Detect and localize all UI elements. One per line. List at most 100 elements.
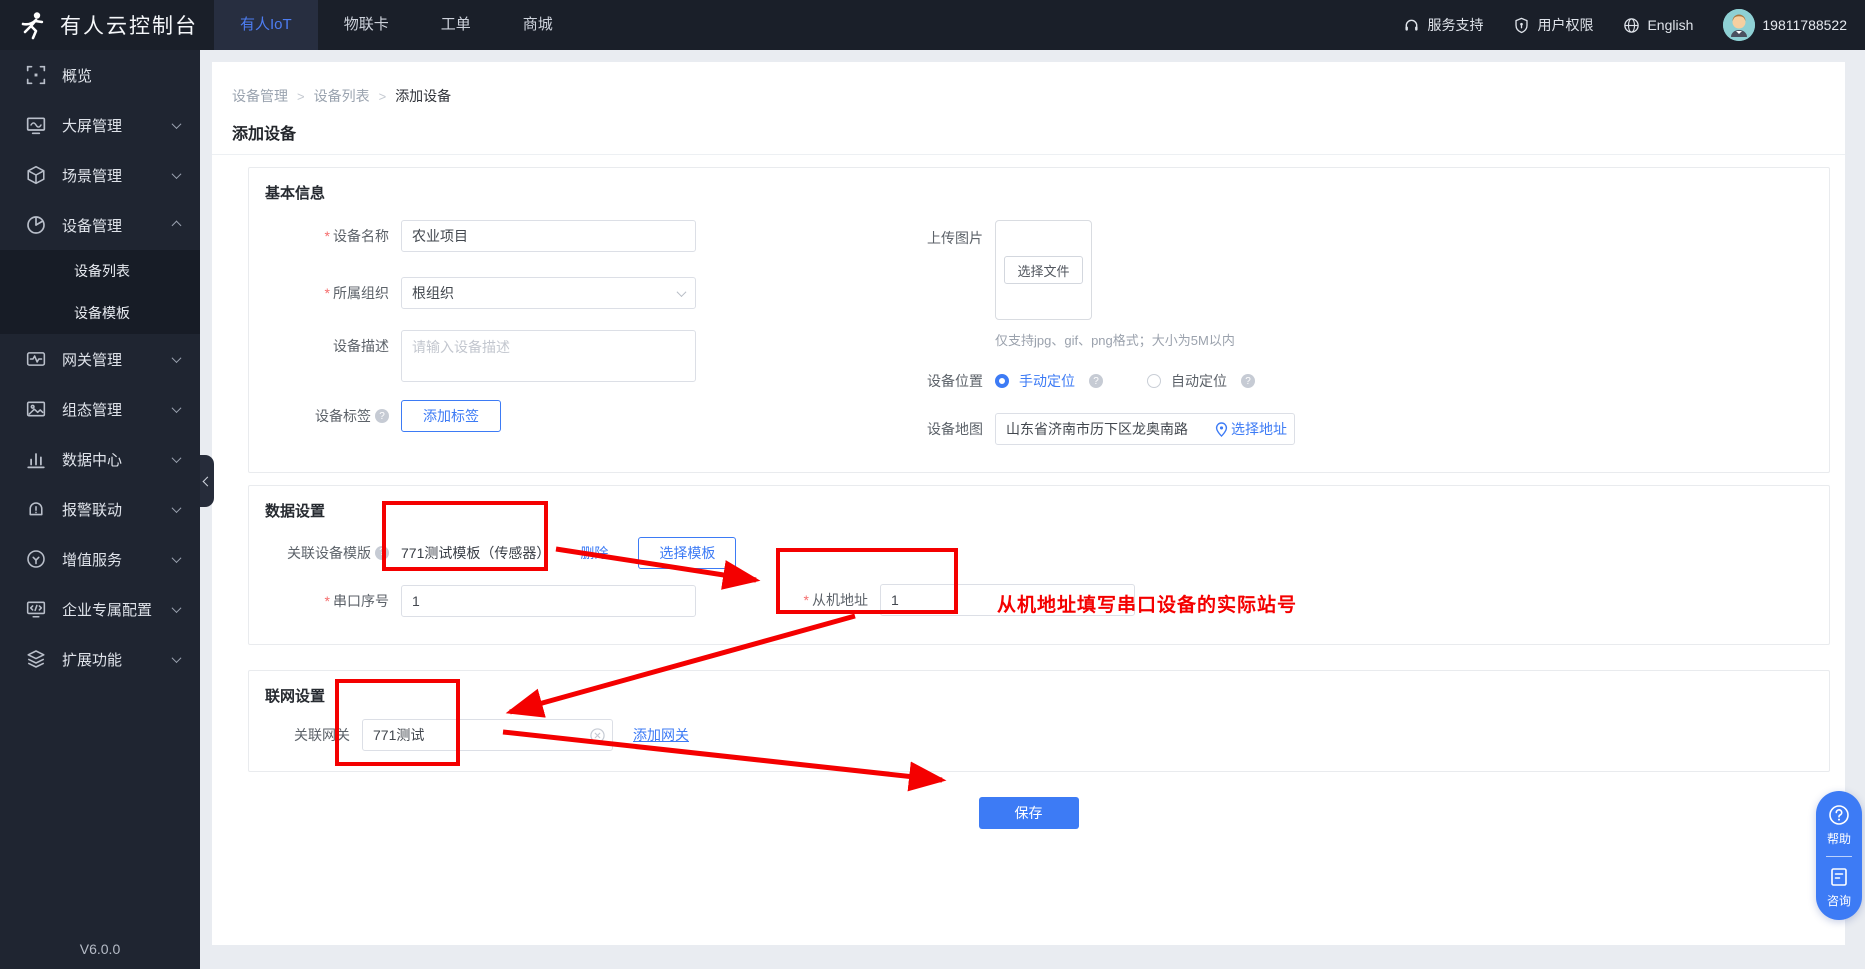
location-radio-group: 手动定位 ? 自动定位 ? bbox=[995, 371, 1255, 391]
sidebar-item-device-template[interactable]: 设备模板 bbox=[0, 292, 200, 334]
sidebar-item-device-list[interactable]: 设备列表 bbox=[0, 250, 200, 292]
document-icon[interactable] bbox=[1828, 866, 1850, 888]
sidebar-item-value-added-services[interactable]: 增值服务 bbox=[0, 534, 200, 584]
overview-icon bbox=[26, 65, 46, 85]
big-screen-icon bbox=[26, 115, 46, 135]
chevron-up-icon bbox=[172, 220, 182, 230]
choose-address-link[interactable]: 选择地址 bbox=[1215, 419, 1287, 439]
description-label: 设备描述 bbox=[265, 336, 389, 356]
description-textarea[interactable] bbox=[401, 330, 696, 382]
chevron-down-icon bbox=[172, 653, 182, 663]
map-label: 设备地图 bbox=[859, 419, 983, 439]
nav-tab-iot-card[interactable]: 物联卡 bbox=[318, 0, 415, 50]
sidebar-item-label: 报警联动 bbox=[62, 499, 122, 520]
device-name-input[interactable] bbox=[401, 220, 696, 252]
location-label: 设备位置 bbox=[859, 371, 983, 391]
select-template-button[interactable]: 选择模板 bbox=[638, 537, 736, 569]
globe-icon bbox=[1623, 17, 1640, 34]
brand-title: 有人云控制台 bbox=[60, 10, 198, 40]
language-switch[interactable]: English bbox=[1623, 17, 1693, 34]
delete-template-link[interactable]: 删除 bbox=[580, 543, 608, 563]
nav-tab-work-order[interactable]: 工单 bbox=[415, 0, 497, 50]
floating-widget: 帮助 咨询 bbox=[1816, 791, 1862, 920]
map-row: 设备地图 选择地址 bbox=[859, 413, 1579, 445]
chevron-down-icon bbox=[172, 353, 182, 363]
breadcrumb-separator: > bbox=[379, 89, 387, 104]
auto-location-radio[interactable] bbox=[1147, 374, 1161, 388]
header-right: 服务支持 用户权限 English bbox=[1403, 9, 1865, 41]
auto-location-label[interactable]: 自动定位 bbox=[1171, 371, 1227, 391]
organization-label: *所属组织 bbox=[265, 283, 389, 303]
gateway-input[interactable] bbox=[362, 719, 613, 751]
network-settings-card: 联网设置 关联网关 添加网关 bbox=[248, 670, 1830, 772]
cube-icon bbox=[26, 165, 46, 185]
sidebar-item-label: 扩展功能 bbox=[62, 649, 122, 670]
help-label[interactable]: 帮助 bbox=[1827, 830, 1851, 847]
widget-divider bbox=[1826, 856, 1852, 857]
organization-select[interactable]: 根组织 bbox=[401, 277, 696, 309]
clock-icon bbox=[26, 549, 46, 569]
help-icon[interactable]: ? bbox=[375, 409, 389, 423]
breadcrumb-device-management[interactable]: 设备管理 bbox=[232, 86, 288, 106]
top-header: 有人云控制台 有人IoT 物联卡 工单 商城 服务支持 bbox=[0, 0, 1865, 50]
manual-location-label[interactable]: 手动定位 bbox=[1019, 371, 1075, 391]
sidebar: 概览 大屏管理 场景管理 设备管理 bbox=[0, 50, 200, 969]
sidebar-item-alarm-linkage[interactable]: 报警联动 bbox=[0, 484, 200, 534]
sidebar-item-overview[interactable]: 概览 bbox=[0, 50, 200, 100]
device-management-submenu: 设备列表 设备模板 bbox=[0, 250, 200, 334]
sidebar-item-label: 概览 bbox=[62, 65, 92, 86]
user-permissions[interactable]: 用户权限 bbox=[1513, 15, 1593, 35]
manual-location-radio[interactable] bbox=[995, 374, 1009, 388]
chevron-down-icon bbox=[172, 553, 182, 563]
slave-address-annotation: 从机地址填写串口设备的实际站号 bbox=[997, 590, 1297, 617]
chevron-left-icon bbox=[202, 476, 212, 486]
sidebar-item-extensions[interactable]: 扩展功能 bbox=[0, 634, 200, 684]
gateway-icon bbox=[26, 349, 46, 369]
sidebar-item-label: 大屏管理 bbox=[62, 115, 122, 136]
gateway-label: 关联网关 bbox=[265, 725, 350, 745]
breadcrumb-add-device: 添加设备 bbox=[395, 86, 451, 106]
sidebar-item-gateway-management[interactable]: 网关管理 bbox=[0, 334, 200, 384]
breadcrumb-device-list[interactable]: 设备列表 bbox=[314, 86, 370, 106]
chevron-down-icon bbox=[172, 119, 182, 129]
add-tag-button[interactable]: 添加标签 bbox=[401, 400, 501, 432]
sidebar-item-data-center[interactable]: 数据中心 bbox=[0, 434, 200, 484]
content-area: 设备管理 > 设备列表 > 添加设备 添加设备 基本信息 *设备名称 *所属组织 bbox=[200, 50, 1865, 969]
sidebar-collapse-handle[interactable] bbox=[200, 455, 214, 507]
help-icon[interactable]: ? bbox=[375, 546, 389, 560]
help-icon[interactable]: ? bbox=[1089, 374, 1103, 388]
sidebar-item-scene-management[interactable]: 场景管理 bbox=[0, 150, 200, 200]
choose-file-button[interactable]: 选择文件 bbox=[1004, 256, 1082, 284]
help-icon[interactable]: ? bbox=[1241, 374, 1255, 388]
pie-chart-icon bbox=[26, 215, 46, 235]
picture-icon bbox=[26, 399, 46, 419]
sidebar-item-screen-management[interactable]: 大屏管理 bbox=[0, 100, 200, 150]
layers-icon bbox=[26, 649, 46, 669]
device-name-label: *设备名称 bbox=[265, 226, 389, 246]
upload-dropzone[interactable]: 选择文件 bbox=[995, 220, 1092, 320]
service-support[interactable]: 服务支持 bbox=[1403, 15, 1483, 35]
consult-label[interactable]: 咨询 bbox=[1827, 892, 1851, 909]
chevron-down-icon bbox=[172, 453, 182, 463]
breadcrumb: 设备管理 > 设备列表 > 添加设备 bbox=[212, 62, 1845, 106]
monitor-code-icon bbox=[26, 599, 46, 619]
serial-no-input[interactable] bbox=[401, 585, 696, 617]
nav-tab-mall[interactable]: 商城 bbox=[497, 0, 579, 50]
sidebar-item-scada-management[interactable]: 组态管理 bbox=[0, 384, 200, 434]
sidebar-item-enterprise-config[interactable]: 企业专属配置 bbox=[0, 584, 200, 634]
sidebar-item-device-management[interactable]: 设备管理 bbox=[0, 200, 200, 250]
title-divider bbox=[212, 154, 1845, 155]
template-label: 关联设备模版? bbox=[265, 543, 389, 563]
data-settings-card: 数据设置 关联设备模版? 771测试模板（传感器） 删除 选择模板 *串口序号 … bbox=[248, 485, 1830, 645]
avatar bbox=[1723, 9, 1755, 41]
sidebar-item-label: 网关管理 bbox=[62, 349, 122, 370]
save-button[interactable]: 保存 bbox=[979, 797, 1079, 829]
chevron-down-icon bbox=[172, 403, 182, 413]
user-account[interactable]: 19811788522 bbox=[1723, 9, 1847, 41]
help-circle-icon[interactable] bbox=[1828, 804, 1850, 826]
add-gateway-link[interactable]: 添加网关 bbox=[633, 725, 689, 745]
location-pin-icon bbox=[1215, 422, 1228, 437]
bar-chart-icon bbox=[26, 449, 46, 469]
clear-icon[interactable] bbox=[590, 728, 605, 743]
nav-tab-usr-iot[interactable]: 有人IoT bbox=[214, 0, 318, 50]
